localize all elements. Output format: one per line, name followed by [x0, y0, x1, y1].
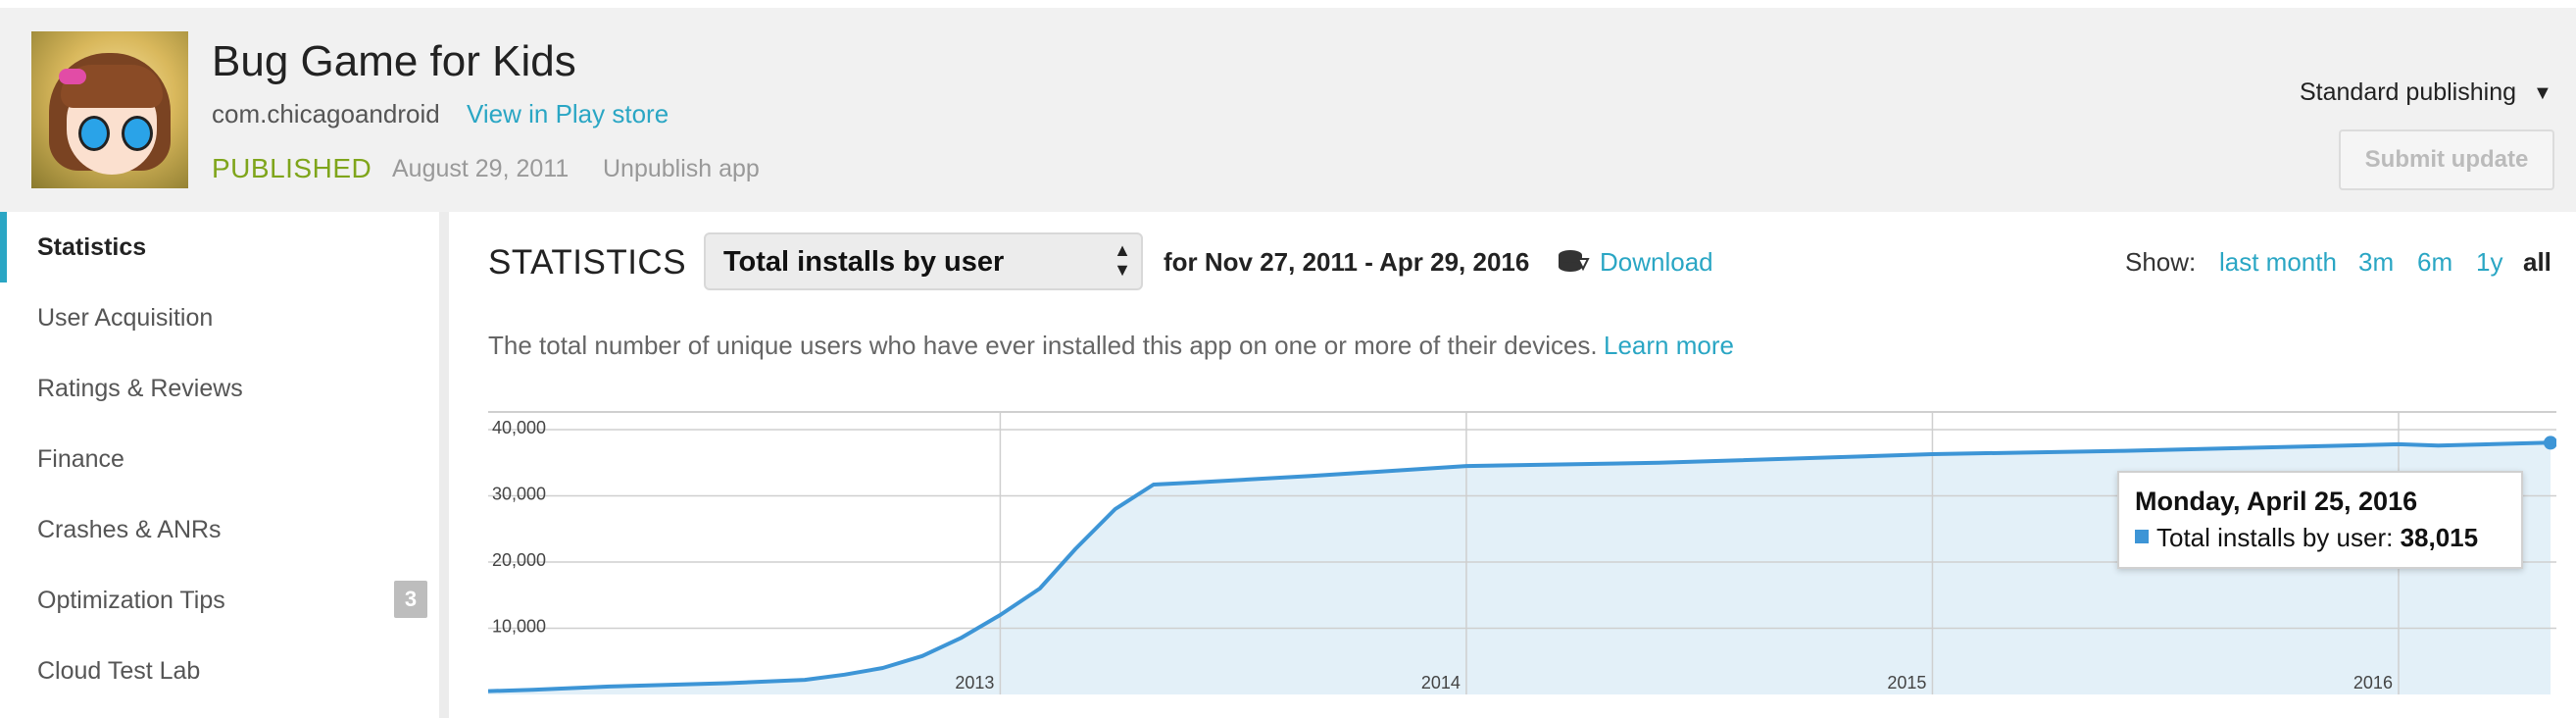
y-tick-label: 40,000: [492, 418, 546, 437]
y-tick-label: 10,000: [492, 617, 546, 637]
app-title: Bug Game for Kids: [212, 37, 576, 85]
date-range: for Nov 27, 2011 - Apr 29, 2016: [1164, 247, 1530, 277]
sidebar: Statistics User Acquisition Ratings & Re…: [0, 212, 449, 718]
publish-date: August 29, 2011: [392, 155, 570, 182]
learn-more-link[interactable]: Learn more: [1604, 331, 1734, 361]
submit-update-button[interactable]: Submit update: [2339, 129, 2554, 190]
view-in-play-store-link[interactable]: View in Play store: [467, 99, 669, 129]
metric-select[interactable]: Total installs by user ▲ ▼: [704, 232, 1143, 290]
sidebar-item-ratings-reviews[interactable]: Ratings & Reviews: [37, 375, 243, 403]
app-header: Bug Game for Kids com.chicagoandroid Vie…: [0, 8, 2576, 212]
series-swatch: [2135, 530, 2149, 543]
download-link[interactable]: Download: [1600, 247, 1713, 278]
x-tick-label: 2016: [2353, 673, 2393, 692]
sidebar-item-user-acquisition[interactable]: User Acquisition: [37, 304, 213, 333]
sidebar-item-finance[interactable]: Finance: [37, 445, 124, 474]
x-tick-label: 2013: [955, 673, 994, 692]
metric-description: The total number of unique users who hav…: [488, 331, 1598, 360]
x-tick-label: 2014: [1421, 673, 1461, 692]
package-name: com.chicagoandroid: [212, 99, 440, 128]
select-arrows-icon: ▲ ▼: [1114, 240, 1131, 280]
optimization-tips-count-badge: 3: [394, 581, 427, 618]
sidebar-item-optimization-tips[interactable]: Optimization Tips: [37, 587, 225, 615]
tooltip-value-line: Total installs by user: 38,015: [2156, 523, 2479, 552]
sidebar-item-cloud-test-lab[interactable]: Cloud Test Lab: [37, 657, 200, 686]
show-1y[interactable]: 1y: [2476, 247, 2502, 278]
show-last-month[interactable]: last month: [2219, 247, 2337, 278]
tooltip-value: 38,015: [2400, 523, 2479, 552]
y-tick-label: 20,000: [492, 550, 546, 570]
show-all[interactable]: all: [2523, 247, 2551, 278]
sidebar-item-crashes-anrs[interactable]: Crashes & ANRs: [37, 516, 222, 544]
download-icon[interactable]: [1557, 247, 1590, 277]
chart-tooltip: Monday, April 25, 2016 Total installs by…: [2117, 471, 2523, 569]
status-badge: PUBLISHED: [212, 153, 372, 183]
tooltip-date: Monday, April 25, 2016: [2135, 487, 2418, 516]
metric-select-value: Total installs by user: [723, 246, 1005, 278]
page-title: STATISTICS: [488, 243, 687, 282]
active-indicator: [0, 212, 7, 282]
show-label: Show:: [2125, 247, 2197, 277]
y-tick-label: 30,000: [492, 485, 546, 504]
publishing-mode-dropdown[interactable]: Standard publishing: [2300, 78, 2516, 107]
sidebar-item-statistics[interactable]: Statistics: [37, 233, 146, 262]
show-3m[interactable]: 3m: [2358, 247, 2394, 278]
app-icon: [31, 31, 188, 188]
chevron-down-icon[interactable]: ▼: [2533, 82, 2552, 105]
show-6m[interactable]: 6m: [2417, 247, 2452, 278]
unpublish-link[interactable]: Unpublish app: [603, 155, 760, 183]
x-tick-label: 2015: [1887, 673, 1926, 692]
